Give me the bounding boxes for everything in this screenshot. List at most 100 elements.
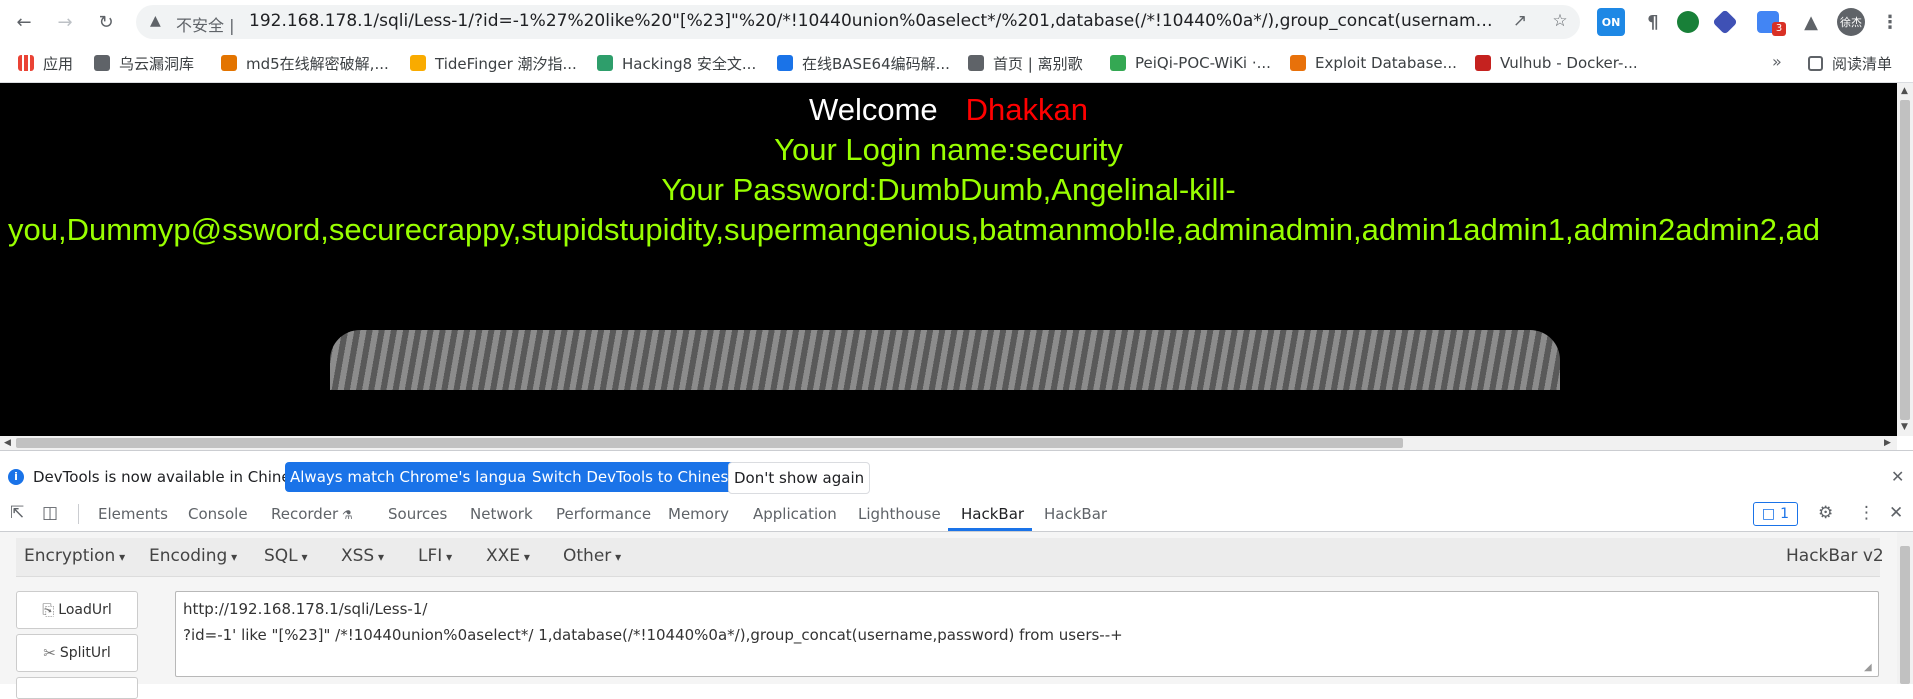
welcome-text: Welcome	[809, 92, 938, 127]
load-url-icon: ⎘	[42, 601, 55, 619]
infobar-message: DevTools is now available in Chinese!	[33, 468, 314, 486]
hackbar-menu-xss[interactable]: XSS ▾	[341, 546, 384, 566]
hackbar-menu-encoding[interactable]: Encoding ▾	[149, 546, 237, 566]
scissors-icon: ✂	[43, 644, 56, 662]
forward-icon[interactable]: →	[53, 10, 77, 34]
chevron-down-icon: ▾	[115, 550, 126, 564]
bookmark-item[interactable]: 乌云漏洞库	[94, 53, 194, 73]
issues-badge[interactable]: □ 1	[1753, 502, 1798, 526]
bookmark-item[interactable]: 在线BASE64编码解...	[777, 53, 950, 73]
close-infobar-icon[interactable]: ✕	[1891, 467, 1904, 486]
menu-kebab-icon[interactable]: ⋮	[1876, 8, 1904, 36]
split-url-button[interactable]: ✂ SplitUrl	[16, 634, 138, 672]
always-match-language-button[interactable]: Always match Chrome's language	[285, 462, 550, 492]
password-line-1: Your Password:DumbDumb,Angelinal-kill-	[661, 172, 1236, 207]
chevron-down-icon: ▾	[297, 550, 308, 564]
green-extension-icon[interactable]	[1677, 11, 1699, 33]
device-toolbar-icon[interactable]: ◫	[42, 503, 58, 523]
hackbar-menu-sql[interactable]: SQL ▾	[264, 546, 308, 566]
reload-icon[interactable]: ↻	[94, 10, 118, 34]
active-tab-indicator	[948, 528, 1032, 531]
scroll-up-icon[interactable]: ▲	[1901, 86, 1908, 96]
tab-application[interactable]: Application	[753, 505, 837, 523]
warning-icon[interactable]: ▲	[150, 13, 161, 29]
hackbar-menu-lfi[interactable]: LFI ▾	[418, 546, 452, 566]
bookmark-item[interactable]: Hacking8 安全文...	[597, 53, 756, 73]
url-textarea-line-1[interactable]: http://192.168.178.1/sqli/Less-1/	[183, 600, 427, 618]
chevron-down-icon: ▾	[227, 550, 238, 564]
flask-icon: ⚗	[338, 508, 353, 522]
execute-button[interactable]	[16, 677, 138, 699]
apps-grid-icon	[18, 55, 34, 71]
bookmark-item[interactable]: TideFinger 潮汐指...	[410, 53, 577, 73]
avatar[interactable]: 徐杰	[1837, 8, 1865, 36]
scroll-down-icon[interactable]: ▼	[1901, 422, 1908, 432]
tab-elements[interactable]: Elements	[98, 505, 168, 523]
chevron-down-icon: ▾	[442, 550, 453, 564]
load-url-button[interactable]: ⎘ LoadUrl	[16, 591, 138, 629]
hackbar-menu-encryption[interactable]: Encryption ▾	[24, 546, 125, 566]
bookmark-item[interactable]: Vulhub - Docker-...	[1475, 53, 1638, 73]
tab-console[interactable]: Console	[188, 505, 248, 523]
bookmark-item[interactable]: PeiQi-POC-WiKi ·...	[1110, 53, 1271, 73]
bookmarks-overflow-icon[interactable]: »	[1772, 52, 1782, 71]
favicon-icon	[94, 55, 110, 71]
bookmark-item[interactable]: 首页 | 离别歌	[968, 53, 1083, 73]
dont-show-again-button[interactable]: Don't show again	[728, 462, 871, 494]
tab-hackbar-2[interactable]: HackBar	[1044, 505, 1107, 523]
textarea-resize-handle[interactable]: ◢	[1864, 662, 1872, 673]
tab-sources[interactable]: Sources	[388, 505, 447, 523]
extension-count-badge: 3	[1772, 22, 1786, 36]
tab-hackbar[interactable]: HackBar	[961, 505, 1024, 523]
favicon-icon	[1290, 55, 1306, 71]
bookmark-item[interactable]: Exploit Database...	[1290, 53, 1457, 73]
password-line-2: you,Dummyp@ssword,securecrappy,stupidstu…	[8, 212, 1821, 247]
paragraph-extension-icon[interactable]: ¶	[1639, 8, 1667, 36]
extension-on-icon[interactable]: ON	[1597, 8, 1625, 36]
close-devtools-icon[interactable]: ✕	[1889, 503, 1903, 523]
scroll-right-icon[interactable]: ▶	[1884, 438, 1891, 448]
reading-list-icon	[1808, 55, 1823, 71]
devtools-menu-icon[interactable]: ⋮	[1858, 503, 1875, 523]
hackbar-version: HackBar v2	[1786, 546, 1884, 566]
page-horizontal-scroll-thumb[interactable]	[16, 438, 1403, 448]
switch-devtools-chinese-button[interactable]: Switch DevTools to Chinese	[527, 462, 743, 492]
chevron-down-icon: ▾	[374, 550, 385, 564]
devtools-scroll-thumb[interactable]	[1900, 546, 1910, 684]
info-icon: i	[8, 469, 24, 485]
tab-memory[interactable]: Memory	[668, 505, 729, 523]
reading-list[interactable]: 阅读清单	[1808, 53, 1892, 73]
tab-performance[interactable]: Performance	[556, 505, 651, 523]
hackbar-menu-other[interactable]: Other ▾	[563, 546, 621, 566]
back-icon[interactable]: ←	[12, 10, 36, 34]
url-textarea-line-2[interactable]: ?id=-1' like "[%23]" /*!10440union%0asel…	[183, 626, 1123, 644]
bookmark-star-icon[interactable]: ☆	[1549, 11, 1571, 33]
puzzle-icon[interactable]: ▲	[1797, 8, 1825, 36]
favicon-icon	[968, 55, 984, 71]
favicon-icon	[1110, 55, 1126, 71]
chevron-down-icon: ▾	[520, 550, 530, 564]
insecure-label[interactable]: 不安全 |	[176, 12, 235, 36]
settings-gear-icon[interactable]: ⚙	[1818, 503, 1833, 523]
login-name-line: Your Login name:security	[774, 132, 1123, 167]
favicon-icon	[221, 55, 237, 71]
issues-icon: □	[1761, 506, 1776, 522]
page-vertical-scroll-thumb[interactable]	[1900, 100, 1910, 420]
scroll-left-icon[interactable]: ◀	[4, 438, 11, 448]
tab-network[interactable]: Network	[470, 505, 533, 523]
favicon-icon	[410, 55, 426, 71]
hackbar-menu-xxe[interactable]: XXE ▾	[486, 546, 530, 566]
tab-recorder[interactable]: Recorder ⚗	[271, 505, 353, 523]
bookmark-item[interactable]: 应用	[18, 53, 73, 73]
favicon-icon	[1475, 55, 1491, 71]
welcome-line: Welcome Dhakkan	[0, 92, 1897, 128]
url-text[interactable]: 192.168.178.1/sqli/Less-1/?id=-1%27%20li…	[249, 11, 1495, 31]
tab-lighthouse[interactable]: Lighthouse	[858, 505, 941, 523]
sqli-banner-image	[330, 330, 1560, 390]
chevron-down-icon: ▾	[611, 550, 622, 564]
inspect-element-icon[interactable]: ⇱	[10, 503, 24, 523]
share-icon[interactable]: ↗	[1509, 11, 1531, 33]
bookmark-item[interactable]: md5在线解密破解,...	[221, 53, 389, 73]
user-name: Dhakkan	[965, 92, 1088, 127]
favicon-icon	[597, 55, 613, 71]
